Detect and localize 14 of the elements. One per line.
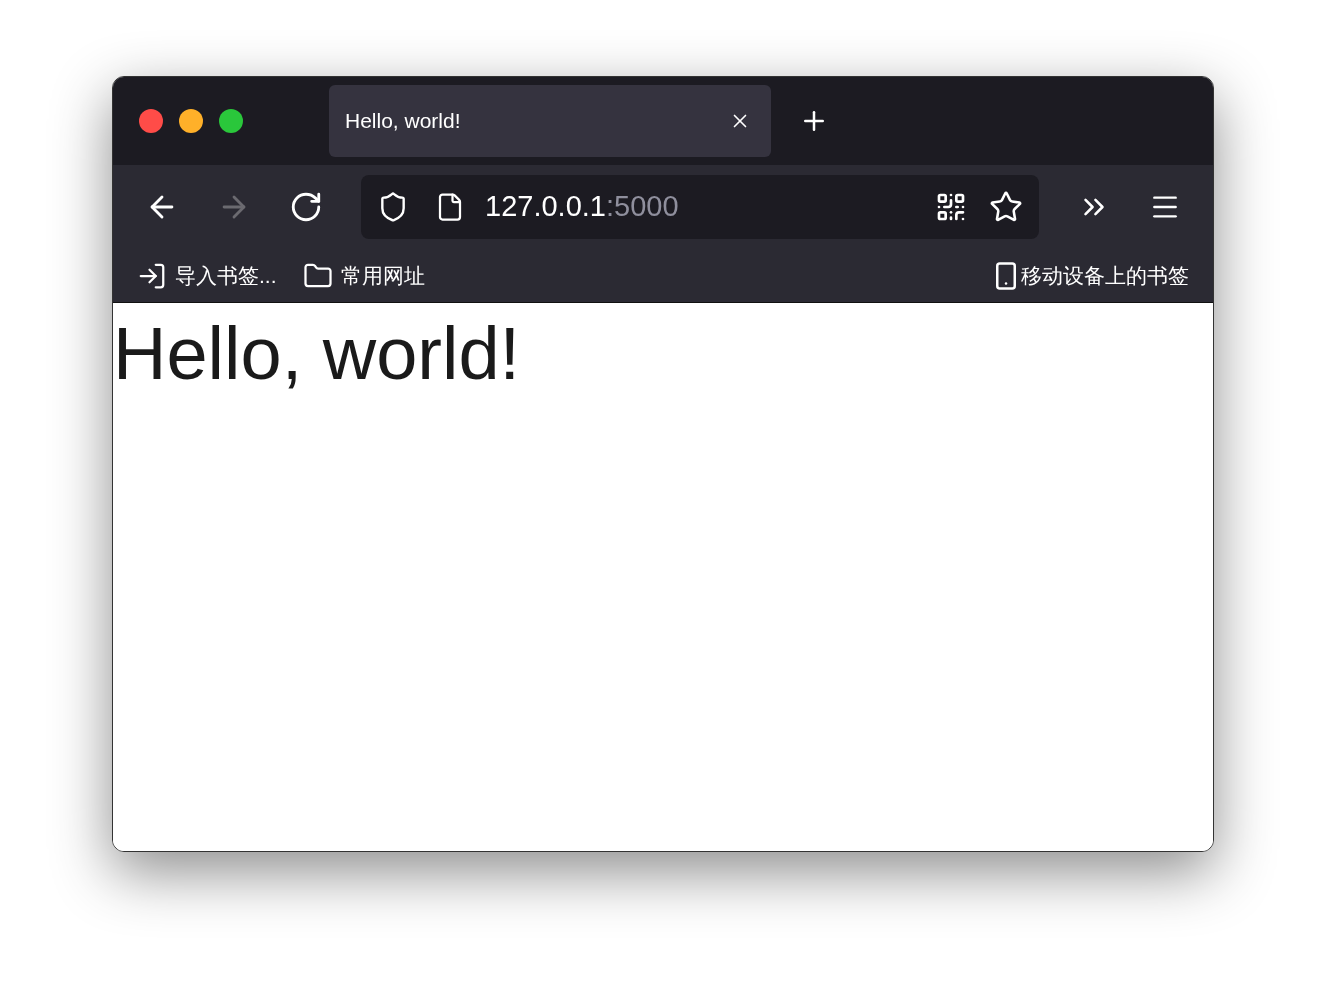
bookmark-item[interactable]: 导入书签... — [175, 259, 277, 292]
address-bar[interactable]: 127.0.0.1:5000 — [361, 175, 1039, 239]
qr-code-icon[interactable] — [935, 191, 967, 223]
tab-title: Hello, world! — [345, 108, 462, 135]
bookmark-item[interactable]: 常用网址 — [340, 259, 425, 292]
reload-icon[interactable] — [289, 190, 323, 224]
close-window-button[interactable] — [139, 109, 163, 133]
url-text: 127.0.0.1:5000 — [485, 189, 680, 225]
mobile-bookmarks-link[interactable]: 移动设备上的书签 — [1021, 259, 1189, 292]
star-icon[interactable] — [989, 190, 1023, 224]
page-heading: Hello, world! — [113, 317, 522, 391]
minimize-window-button[interactable] — [179, 109, 203, 133]
browser-tab[interactable]: Hello, world! — [329, 85, 771, 157]
maximize-window-button[interactable] — [219, 109, 243, 133]
